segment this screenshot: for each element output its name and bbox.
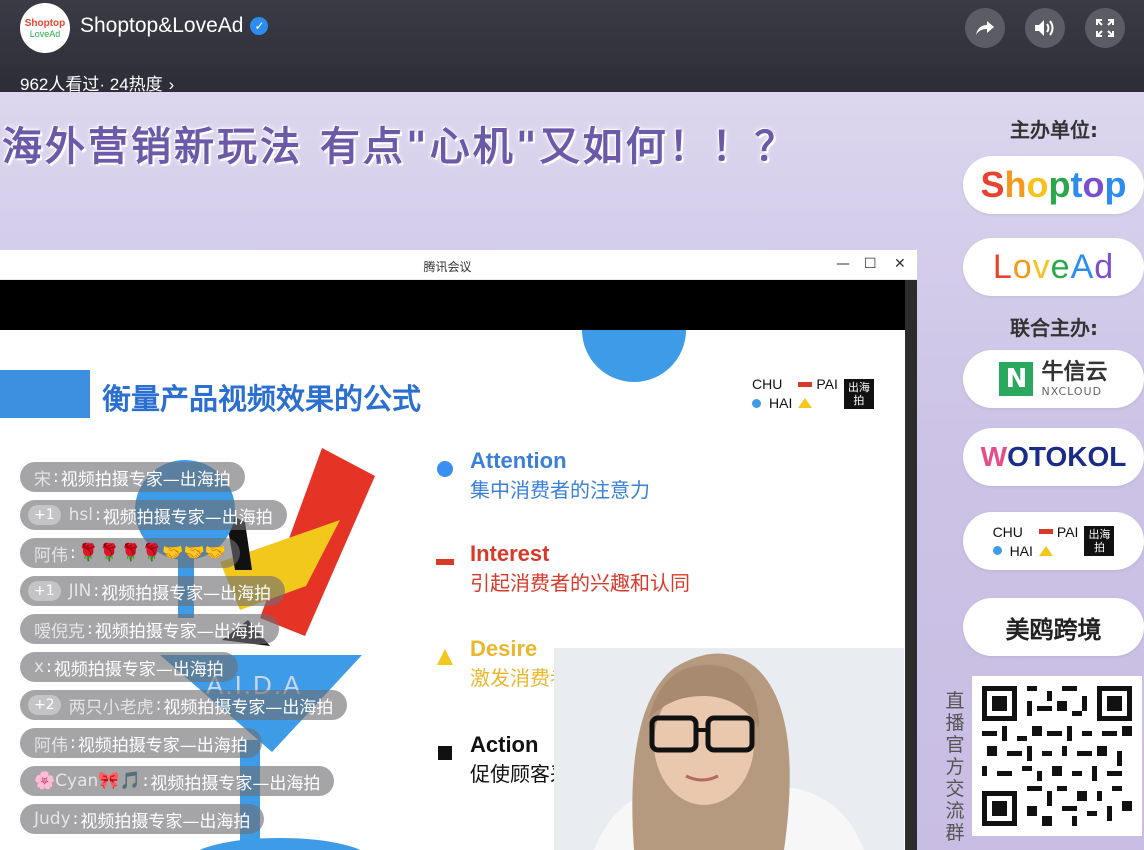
window-close-button[interactable]: ✕ [894,256,906,272]
slide-brand-box: 出海拍 [843,378,874,409]
qr-code-icon [982,686,1132,826]
speaker-webcam [554,648,904,850]
triangle-bullet-icon [437,649,453,665]
meiou-logo: 美鸥跨境 [963,598,1144,656]
share-button[interactable] [965,8,1005,48]
chat-username: 🌸Cyan🎀🎵 [34,771,141,791]
nxcloud-cn: 牛信云 [1041,359,1108,385]
chat-username: 嗳倪克 [34,621,85,642]
chat-text: 视频拍摄专家—出海拍 [101,583,272,604]
chat-message[interactable]: +2 两只小老虎: 视频拍摄专家—出海拍 [20,690,348,720]
wotokol-logo: WOTOKOL [963,428,1144,486]
chat-message[interactable]: +1 JIN: 视频拍摄专家—出海拍 [20,576,286,606]
nxcloud-en: NXCLOUD [1041,384,1103,398]
volume-icon [1035,20,1054,36]
channel-name-row[interactable]: Shoptop&LoveAd ✓ [80,14,269,38]
chat-username: 阿伟 [34,735,68,756]
slide-brand-hai: HAI [769,395,793,411]
fullscreen-icon [1096,19,1114,37]
slide-decor-circle [582,330,686,382]
shoptop-logo-text: Shoptop [980,164,1127,205]
chat-username: 两只小老虎 [68,697,154,718]
lovead-logo-text: LoveAd [992,247,1115,286]
chat-like-badge: +1 [28,581,61,601]
chat-message[interactable]: 阿伟: 视频拍摄专家—出海拍 [20,728,262,758]
qr-caption: 直播官方交流群 [945,690,965,844]
dash-bullet-icon [436,559,454,565]
chuhaipai-pai: PAI [1056,523,1079,540]
chat-like-badge: +1 [28,505,61,525]
chat-text: 视频拍摄专家—出海拍 [150,773,321,794]
meeting-window-titlebar[interactable]: 腾讯会议 — ☐ ✕ [0,250,917,280]
chat-username: x [34,657,45,677]
window-scrollbar[interactable] [905,280,917,850]
share-icon [976,21,994,35]
channel-avatar[interactable]: Shoptop LoveAd [20,3,70,53]
slide-brand-logo: CHU PAI HAI 出海拍 [752,376,874,411]
chat-text: 视频拍摄专家—出海拍 [163,697,334,718]
group-qr-code [972,676,1142,836]
meiou-logo-text: 美鸥跨境 [1005,615,1102,644]
slide-title: 衡量产品视频效果的公式 [102,382,422,416]
window-maximize-button[interactable]: ☐ [864,256,877,272]
avatar-text-shoptop: Shoptop [24,17,66,29]
wotokol-text: OTOKOL [1007,441,1127,472]
chat-message[interactable]: 阿伟: 🌹🌹🌹🌹🤝🤝🤝 [20,538,240,568]
fullscreen-button[interactable] [1085,8,1125,48]
live-video[interactable]: 海外营销新玩法 有点"心机"又如何！！？ 主办单位: Shoptop LoveA… [0,92,1144,850]
slide-title-accent [0,370,90,418]
chat-message[interactable]: Judy: 视频拍摄专家—出海拍 [20,804,265,834]
chat-text: 视频拍摄专家—出海拍 [94,621,265,642]
circle-bullet-icon [437,461,453,477]
chat-text: 🌹🌹🌹🌹🤝🤝🤝 [77,543,226,563]
chat-message[interactable]: +1 hsl: 视频拍摄专家—出海拍 [20,500,287,530]
chat-username: hsl [68,505,93,525]
volume-button[interactable] [1025,8,1065,48]
chuhaipai-box: 出海拍 [1084,526,1115,556]
avatar-text-lovead: LoveAd [29,28,61,39]
meeting-toolbar-band [0,280,905,330]
chat-message[interactable]: x: 视频拍摄专家—出海拍 [20,652,238,682]
chat-message[interactable]: 🌸Cyan🎀🎵: 视频拍摄专家—出海拍 [20,766,335,796]
lovead-logo: LoveAd [963,238,1144,296]
chat-username: 阿伟 [34,545,68,566]
aida-interest-cn: 引起消费者的兴趣和认同 [470,571,690,595]
chat-text: 视频拍摄专家—出海拍 [53,659,224,680]
host-label: 主办单位: [1010,118,1098,142]
nxcloud-mark-icon: N [999,362,1034,396]
channel-name[interactable]: Shoptop&LoveAd [80,14,243,38]
chat-username: Judy [34,809,71,829]
cohost-label: 联合主办: [1010,316,1098,340]
chat-text: 视频拍摄专家—出海拍 [77,735,248,756]
shoptop-logo: Shoptop [963,156,1144,214]
square-bullet-icon [438,746,452,760]
aida-attention-en: Attention [470,448,567,473]
speaker-figure [554,648,904,850]
chat-text: 视频拍摄专家—出海拍 [102,507,273,528]
chat-text: 视频拍摄专家—出海拍 [80,811,251,832]
chuhaipai-logo: CHU PAI HAI 出海拍 [963,512,1144,570]
chat-message[interactable]: 嗳倪克: 视频拍摄专家—出海拍 [20,614,279,644]
chat-username: JIN [68,581,92,601]
aida-attention-cn: 集中消费者的注意力 [470,478,650,502]
wotokol-w-icon: W [980,441,1008,472]
top-bar: Shoptop LoveAd Shoptop&LoveAd ✓ 962人看过· … [0,0,1144,94]
chuhaipai-hai: HAI [1009,542,1033,559]
slide-brand-pai: PAI [816,376,838,392]
chuhaipai-chu: CHU [992,523,1023,540]
nxcloud-logo: N 牛信云 NXCLOUD [963,350,1144,408]
aida-action-en: Action [470,732,539,757]
aida-desire-en: Desire [470,636,538,661]
meeting-window-title: 腾讯会议 [423,260,472,274]
verified-badge-icon: ✓ [250,17,269,35]
stream-banner-title: 海外营销新玩法 有点"心机"又如何！！？ [2,124,798,170]
chat-like-badge: +2 [28,695,61,715]
aida-interest-en: Interest [470,541,550,566]
slide-brand-chu: CHU [752,376,783,392]
chat-username: 宋 [34,469,51,490]
chat-text: 视频拍摄专家—出海拍 [60,469,231,490]
window-minimize-button[interactable]: — [836,256,850,272]
chat-message[interactable]: 宋: 视频拍摄专家—出海拍 [20,462,245,492]
